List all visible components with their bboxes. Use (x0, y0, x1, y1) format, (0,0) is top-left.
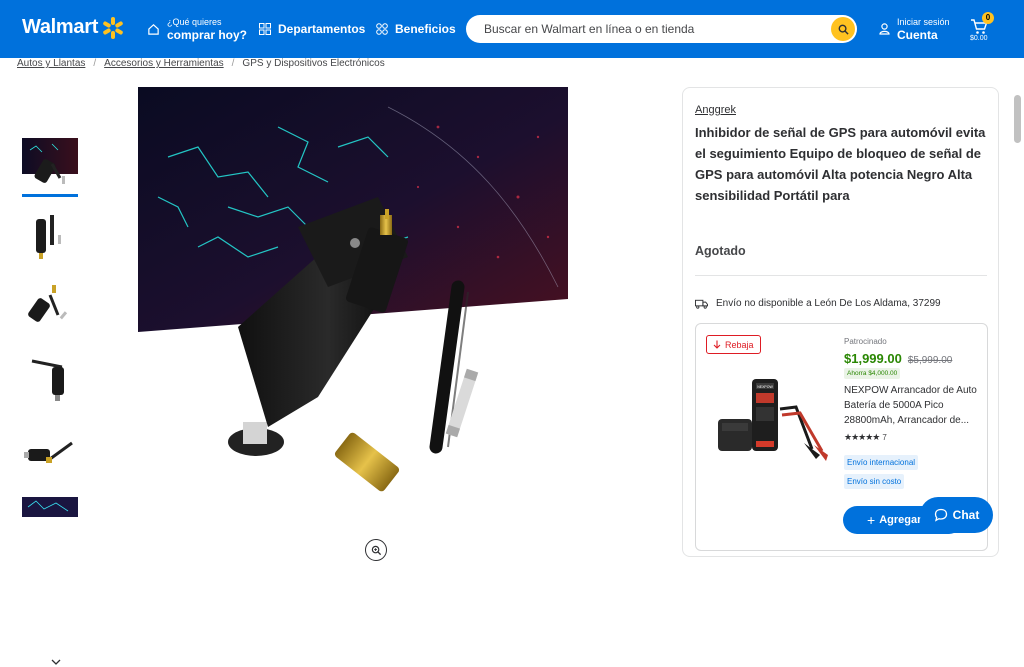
breadcrumb-current: GPS y Dispositivos Electrónicos (242, 58, 385, 69)
brand-link[interactable]: Anggrek (695, 104, 736, 116)
savings-badge: Ahorra $4,000.00 (844, 368, 901, 379)
breadcrumb-accessories[interactable]: Accesorios y Herramientas (104, 58, 223, 69)
account-menu[interactable]: Iniciar sesión Cuenta (879, 0, 950, 58)
add-to-cart-label: Agregar (879, 514, 922, 526)
search-bar (466, 15, 857, 43)
sale-badge-label: Rebaja (725, 339, 754, 350)
departments-menu[interactable]: Departamentos (259, 0, 365, 58)
shipping-info: Envío no disponible a León De Los Aldama… (695, 298, 941, 309)
cart-total: $0.00 (970, 35, 988, 42)
thumbnail-6[interactable] (22, 497, 78, 517)
original-price: $5,999.00 (907, 355, 953, 366)
what-to-buy-menu[interactable]: ¿Qué quieres comprar hoy? (147, 0, 247, 58)
account-label: Cuenta (897, 28, 938, 42)
what-big-label: comprar hoy? (167, 28, 248, 42)
search-button[interactable] (831, 17, 855, 41)
departments-label: Departamentos (278, 22, 366, 36)
site-header: Walmart ¿Qué quieres comprar hoy? Depart… (0, 0, 1024, 58)
logo-text: Walmart (22, 16, 99, 38)
user-icon (879, 23, 890, 35)
chevron-down-icon[interactable] (50, 657, 62, 667)
divider (695, 275, 987, 276)
truck-icon (695, 299, 708, 309)
sponsored-product-description[interactable]: NEXPOW Arrancador de Auto Batería de 500… (844, 383, 979, 428)
review-count: 7 (882, 433, 887, 442)
product-info-panel: Anggrek Inhibidor de señal de GPS para a… (682, 87, 999, 557)
breadcrumb-separator: / (231, 58, 235, 69)
cart-count-badge: 0 (982, 12, 994, 24)
home-icon (148, 23, 159, 35)
thumbnail-5[interactable] (22, 425, 78, 481)
sale-badge: Rebaja (706, 335, 761, 354)
search-input[interactable] (484, 22, 824, 36)
arrow-down-icon (713, 340, 721, 349)
product-title: Inhibidor de señal de GPS para automóvil… (695, 125, 986, 203)
search-icon (838, 24, 849, 35)
thumbnail-1[interactable] (22, 137, 78, 197)
zoom-in-icon (371, 545, 381, 555)
stock-status: Agotado (695, 244, 746, 258)
chat-label: Chat (952, 508, 980, 522)
grid-icon (259, 23, 271, 35)
scrollbar-thumb[interactable] (1014, 95, 1021, 143)
thumbnail-3[interactable] (22, 281, 78, 337)
chat-bubble-icon (934, 508, 947, 522)
shipping-text: Envío no disponible a León De Los Aldama… (716, 298, 941, 309)
breadcrumb-autos[interactable]: Autos y Llantas (17, 58, 85, 69)
star-rating-icon: ★★★★★ (844, 432, 880, 442)
zoom-button[interactable] (365, 539, 387, 561)
sponsored-product-image[interactable]: NEXPOW (718, 369, 828, 464)
benefits-label: Beneficios (395, 22, 456, 36)
svg-text:NEXPOW: NEXPOW (757, 385, 773, 389)
plus-icon: + (867, 512, 876, 528)
free-shipping-tag: Envío sin costo (844, 474, 905, 489)
rating: ★★★★★ 7 (844, 432, 887, 443)
product-main-image[interactable] (138, 87, 568, 507)
benefits-menu[interactable]: Beneficios (376, 0, 456, 58)
spark-icon (102, 16, 124, 39)
price-row: $1,999.00 $5,999.00 (844, 351, 952, 366)
cart-button[interactable]: 0 $0.00 (968, 12, 998, 50)
thumbnail-4[interactable] (22, 353, 78, 409)
walmart-logo[interactable]: Walmart (22, 16, 124, 39)
breadcrumb: Autos y Llantas / Accesorios y Herramien… (17, 58, 385, 69)
international-shipping-tag: Envío internacional (844, 455, 919, 470)
current-price: $1,999.00 (844, 351, 902, 366)
benefits-icon (376, 23, 388, 35)
chat-button[interactable]: Chat (920, 497, 993, 533)
thumbnail-2[interactable] (22, 209, 78, 265)
breadcrumb-separator: / (93, 58, 97, 69)
sponsored-label: Patrocinado (844, 337, 887, 346)
